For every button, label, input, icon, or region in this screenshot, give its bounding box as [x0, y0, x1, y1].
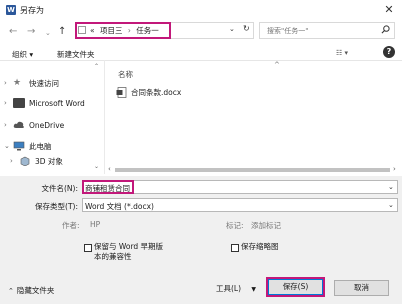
- hide-folders-label: 隐藏文件夹: [16, 286, 55, 295]
- sidebar-item-3d-objects[interactable]: › 3D 对象: [10, 153, 63, 169]
- filename-highlight-box: [82, 180, 134, 194]
- thumbnail-label: 保存缩略图: [241, 242, 279, 251]
- chevron-up-icon: ⌃: [8, 287, 14, 295]
- sort-indicator-icon: ^: [274, 61, 280, 69]
- scroll-left-icon[interactable]: ‹: [108, 165, 111, 173]
- save-highlight-box: [266, 277, 325, 297]
- sidebar-item-quick-access[interactable]: › ★ 快速访问: [4, 75, 59, 91]
- title-bar: [0, 0, 402, 20]
- scroll-up-icon[interactable]: ⌃: [94, 63, 99, 70]
- thumbnail-checkbox[interactable]: [231, 244, 239, 252]
- help-icon[interactable]: ?: [383, 46, 395, 58]
- sidebar-item-onedrive[interactable]: › OneDrive: [4, 117, 64, 133]
- forward-arrow-icon[interactable]: →: [27, 26, 35, 38]
- filename-label: 文件名(N):: [41, 184, 79, 193]
- pane-divider[interactable]: [104, 60, 105, 174]
- author-value[interactable]: HP: [90, 220, 100, 229]
- sidebar-item-label: 快速访问: [29, 78, 59, 88]
- scroll-right-icon[interactable]: ›: [393, 165, 396, 173]
- sidebar-item-label: OneDrive: [29, 120, 65, 130]
- word-app-icon: W: [6, 5, 16, 15]
- computer-icon: [13, 141, 25, 151]
- star-icon: ★: [13, 78, 22, 88]
- author-label: 作者:: [62, 221, 80, 230]
- new-folder-button[interactable]: 新建文件夹: [57, 49, 95, 60]
- sidebar-item-label: Microsoft Word: [29, 98, 85, 108]
- tools-menu[interactable]: 工具(L) ▼: [216, 283, 256, 294]
- chevron-down-icon[interactable]: ⌄: [4, 142, 13, 150]
- list-item[interactable]: 合同条款.docx: [116, 87, 181, 98]
- sidebar-item-this-pc[interactable]: ⌄ 此电脑: [4, 138, 52, 154]
- filename-dropdown-icon[interactable]: ⌄: [388, 183, 394, 191]
- scroll-down-icon[interactable]: ⌄: [94, 163, 99, 170]
- chevron-right-icon[interactable]: ›: [10, 157, 19, 165]
- back-arrow-icon[interactable]: ←: [9, 26, 17, 38]
- cancel-button[interactable]: 取消: [334, 280, 389, 296]
- sidebar-item-label: 3D 对象: [35, 156, 63, 166]
- cube-icon: [20, 156, 30, 166]
- dropdown-triangle-icon: ▼: [251, 286, 257, 293]
- window-title: 另存为: [20, 6, 44, 15]
- search-icon[interactable]: [381, 25, 390, 34]
- search-placeholder: 搜索"任务一": [267, 27, 309, 35]
- word-icon: [13, 98, 25, 108]
- savetype-value: Word 文档 (*.docx): [85, 202, 154, 211]
- cloud-icon: [13, 121, 24, 128]
- horizontal-scrollbar-thumb[interactable]: [115, 168, 390, 172]
- sidebar-item-microsoft-word[interactable]: › Microsoft Word: [4, 95, 85, 111]
- toolbar-divider: [0, 60, 402, 61]
- hide-folders-button[interactable]: ⌃ 隐藏文件夹: [8, 285, 54, 296]
- compat-checkbox[interactable]: [84, 244, 92, 252]
- sidebar-item-label: 此电脑: [29, 141, 52, 151]
- refresh-icon[interactable]: ↻: [243, 24, 250, 33]
- up-arrow-icon[interactable]: ↑: [58, 26, 66, 38]
- tags-label: 标记:: [226, 221, 244, 230]
- compat-label-line2: 本的兼容性: [94, 252, 132, 261]
- recent-locations-chevron-icon[interactable]: ⌄: [45, 27, 51, 39]
- column-header-name[interactable]: 名称: [118, 69, 133, 80]
- savetype-dropdown-icon[interactable]: ⌄: [388, 201, 394, 209]
- view-options-button[interactable]: ☷ ▾: [336, 49, 348, 57]
- chevron-right-icon[interactable]: ›: [4, 121, 13, 129]
- organize-button[interactable]: 组织 ▾: [12, 49, 33, 60]
- tags-value[interactable]: 添加标记: [251, 220, 281, 231]
- chevron-right-icon[interactable]: ›: [4, 79, 13, 87]
- tools-label: 工具(L): [216, 284, 242, 293]
- address-highlight-box: [75, 22, 171, 39]
- chevron-right-icon[interactable]: ›: [4, 99, 13, 107]
- docx-icon: [116, 87, 127, 98]
- file-name: 合同条款.docx: [131, 88, 182, 97]
- close-button[interactable]: ✕: [380, 2, 398, 18]
- compat-label: 保留与 Word 早期版: [94, 242, 164, 251]
- address-dropdown-icon[interactable]: ⌄: [229, 25, 235, 33]
- savetype-label: 保存类型(T):: [35, 202, 78, 211]
